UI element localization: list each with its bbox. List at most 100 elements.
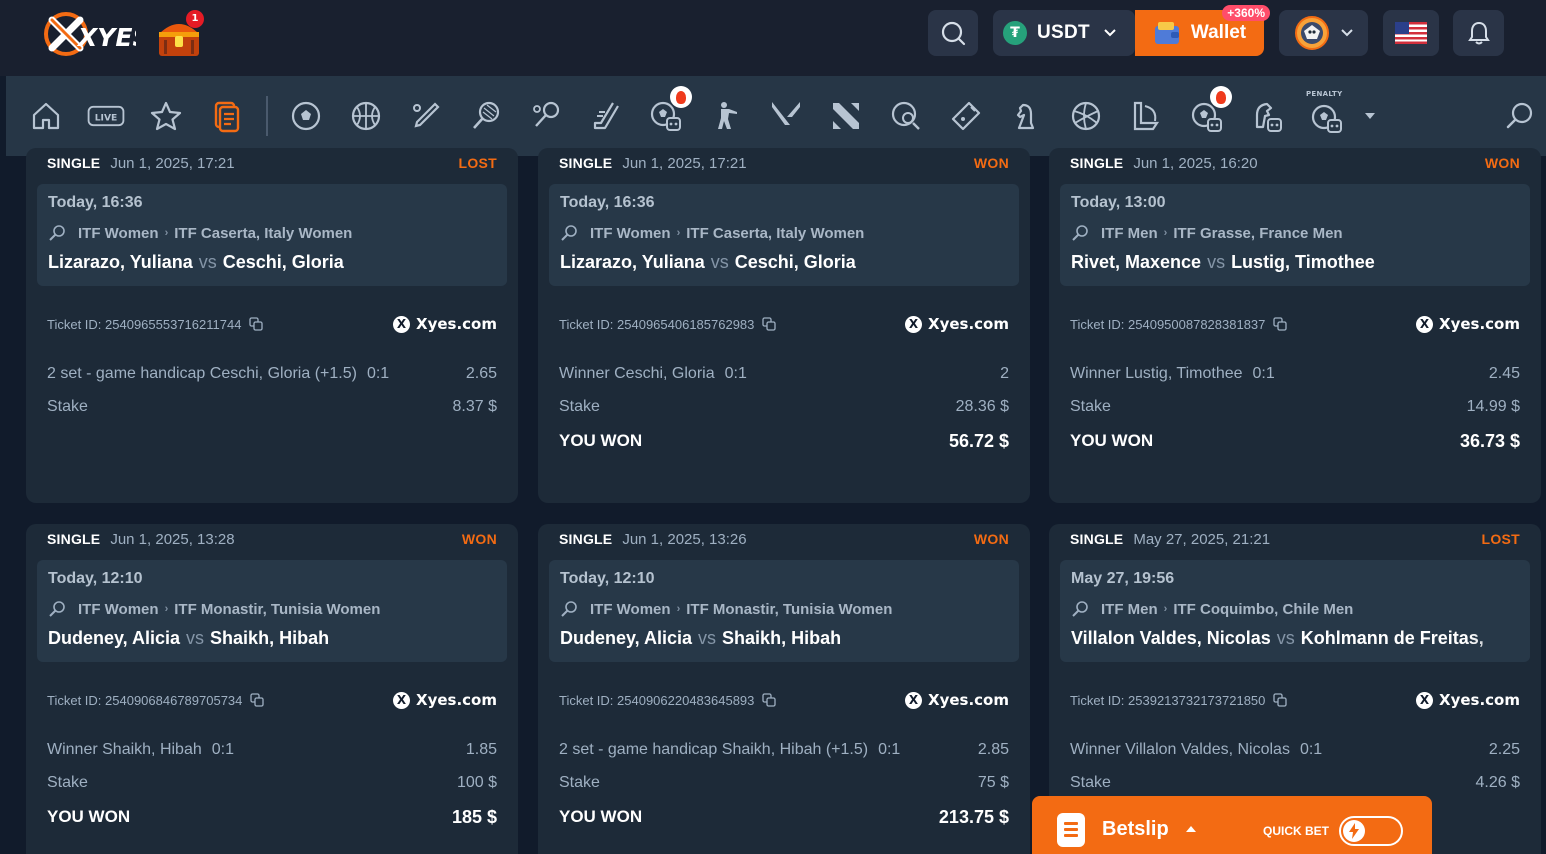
horse-racing-icon[interactable]	[1246, 96, 1286, 136]
search-icon[interactable]	[1500, 96, 1540, 136]
favorites-star-icon[interactable]	[146, 96, 186, 136]
chevron-right-icon: ›	[1163, 227, 1168, 239]
bet-ticket-card[interactable]: SINGLE Jun 1, 2025, 13:26 WON Today, 12:…	[538, 524, 1030, 854]
tennis-icon[interactable]	[466, 96, 506, 136]
payout-amount: 36.73 $	[1459, 430, 1520, 451]
event-box[interactable]: Today, 12:10 ITF Women › ITF Monastir, T…	[37, 560, 507, 662]
treasure-chest-icon[interactable]: 1	[156, 10, 204, 58]
event-box[interactable]: May 27, 19:56 ITF Men › ITF Coquimbo, Ch…	[1060, 560, 1530, 662]
chess-icon[interactable]	[1006, 96, 1046, 136]
event-box[interactable]: Today, 12:10 ITF Women › ITF Monastir, T…	[549, 560, 1019, 662]
brand-name: Xyes.com	[928, 691, 1009, 709]
selection-odds: 1.85	[465, 741, 497, 758]
match-teams: Dudeney, Alicia vs Shaikh, Hibah	[560, 628, 841, 649]
virtual-soccer-icon[interactable]	[646, 86, 692, 136]
match-score: 0:1	[1299, 741, 1323, 758]
penalty-icon[interactable]: PENALTY	[1306, 90, 1346, 136]
chevron-up-icon[interactable]	[1186, 826, 1196, 832]
ticket-header: SINGLE May 27, 2025, 21:21 LOST	[1070, 529, 1520, 549]
xyes-logo-icon: X	[393, 315, 411, 333]
basketball-icon[interactable]	[346, 96, 386, 136]
event-box[interactable]: Today, 16:36 ITF Women › ITF Caserta, It…	[37, 184, 507, 286]
tennis-icon	[49, 225, 65, 241]
stake-amount: 4.26 $	[1475, 774, 1520, 791]
text-fade	[959, 244, 1019, 284]
table-tennis-icon[interactable]	[886, 96, 926, 136]
currency-selector[interactable]: ₮ USDT	[993, 10, 1135, 56]
bet-placed-date: Jun 1, 2025, 13:26	[622, 530, 747, 548]
selection-row: Winner Ceschi, Gloria 0:1 2	[559, 364, 1009, 384]
search-button[interactable]	[928, 10, 978, 56]
esports-icon[interactable]	[946, 96, 986, 136]
copy-icon[interactable]	[762, 693, 777, 707]
xyes-logo-icon: X	[905, 315, 923, 333]
xyes-logo[interactable]: XYES	[44, 10, 150, 58]
tennis-icon	[561, 601, 577, 617]
bet-ticket-card[interactable]: SINGLE Jun 1, 2025, 16:20 WON Today, 13:…	[1049, 148, 1541, 503]
selection-odds: 2.85	[977, 741, 1009, 758]
cricket-icon[interactable]	[406, 96, 446, 136]
tennis-icon	[561, 225, 577, 241]
league-of-legends-icon[interactable]	[1126, 96, 1166, 136]
away-player: Shaikh, Hibah	[210, 628, 330, 648]
tournament-name: ITF Grasse, France Men	[1173, 224, 1343, 242]
dota2-icon[interactable]	[826, 96, 866, 136]
wallet-button[interactable]: Wallet +360%	[1135, 5, 1270, 56]
match-score: 0:1	[366, 365, 390, 382]
brand-watermark: X Xyes.com	[905, 315, 1009, 333]
virtual-football-icon[interactable]	[1186, 86, 1232, 136]
copy-icon[interactable]	[1273, 317, 1288, 331]
bet-ticket-card[interactable]: SINGLE Jun 1, 2025, 17:21 WON Today, 16:…	[538, 148, 1030, 503]
hot-badge-icon	[670, 86, 692, 108]
bet-placed-date: Jun 1, 2025, 17:21	[110, 154, 235, 172]
live-icon[interactable]: LIVE	[86, 96, 126, 136]
language-selector[interactable]	[1383, 10, 1439, 56]
tether-icon: ₮	[1003, 21, 1027, 45]
copy-icon[interactable]	[250, 693, 265, 707]
bet-placed-date: Jun 1, 2025, 13:28	[110, 530, 235, 548]
selection-odds: 2.45	[1488, 365, 1520, 382]
ticket-id: Ticket ID: 2539213732173721850	[1070, 692, 1266, 708]
quick-bet-toggle[interactable]	[1339, 816, 1403, 846]
match-score: 0:1	[211, 741, 234, 758]
chevron-right-icon: ›	[164, 227, 169, 239]
profile-menu-button[interactable]	[1279, 10, 1368, 56]
tennis-icon	[49, 601, 65, 617]
more-sports-dropdown-icon[interactable]	[1365, 113, 1375, 119]
soccer-icon[interactable]	[286, 96, 326, 136]
my-bets-icon[interactable]	[206, 96, 246, 136]
badminton-icon[interactable]	[526, 96, 566, 136]
hockey-icon[interactable]	[586, 96, 626, 136]
notifications-button[interactable]	[1453, 10, 1504, 56]
bet-ticket-card[interactable]: SINGLE Jun 1, 2025, 17:21 LOST Today, 16…	[26, 148, 518, 503]
away-player: Shaikh, Hibah	[722, 628, 842, 648]
brand-watermark: X Xyes.com	[1416, 691, 1520, 709]
vs-label: vs	[698, 628, 717, 648]
payout-row: YOU WON 56.72 $	[559, 431, 1009, 451]
tennis-icon	[1072, 225, 1088, 241]
stake-label: Stake	[47, 774, 88, 791]
copy-icon[interactable]	[249, 317, 264, 331]
bet-type: SINGLE	[559, 531, 613, 547]
valorant-icon[interactable]	[766, 96, 806, 136]
selection-row: Winner Lustig, Timothee 0:1 2.45	[1070, 364, 1520, 384]
ticket-header: SINGLE Jun 1, 2025, 17:21 WON	[559, 153, 1009, 173]
event-box[interactable]: Today, 16:36 ITF Women › ITF Caserta, It…	[549, 184, 1019, 286]
bet-ticket-card[interactable]: SINGLE Jun 1, 2025, 13:28 WON Today, 12:…	[26, 524, 518, 854]
copy-icon[interactable]	[1273, 693, 1288, 707]
bet-status-badge: WON	[973, 155, 1009, 171]
copy-icon[interactable]	[762, 317, 777, 331]
svg-text:XYES: XYES	[76, 23, 136, 52]
text-fade	[959, 620, 1019, 660]
counter-strike-icon[interactable]	[706, 96, 746, 136]
betslip-bar[interactable]: Betslip QUICK BET	[1032, 796, 1432, 854]
home-icon[interactable]	[26, 96, 66, 136]
payout-row: YOU WON 185 $	[47, 807, 497, 827]
us-flag-icon	[1395, 22, 1427, 44]
event-time: Today, 12:10	[560, 570, 655, 587]
event-box[interactable]: Today, 13:00 ITF Men › ITF Grasse, Franc…	[1060, 184, 1530, 286]
volleyball-icon[interactable]	[1066, 96, 1106, 136]
avatar	[1294, 16, 1329, 50]
text-fade	[447, 620, 507, 660]
selection-row: Winner Villalon Valdes, Nicolas 0:1 2.25	[1070, 740, 1520, 760]
